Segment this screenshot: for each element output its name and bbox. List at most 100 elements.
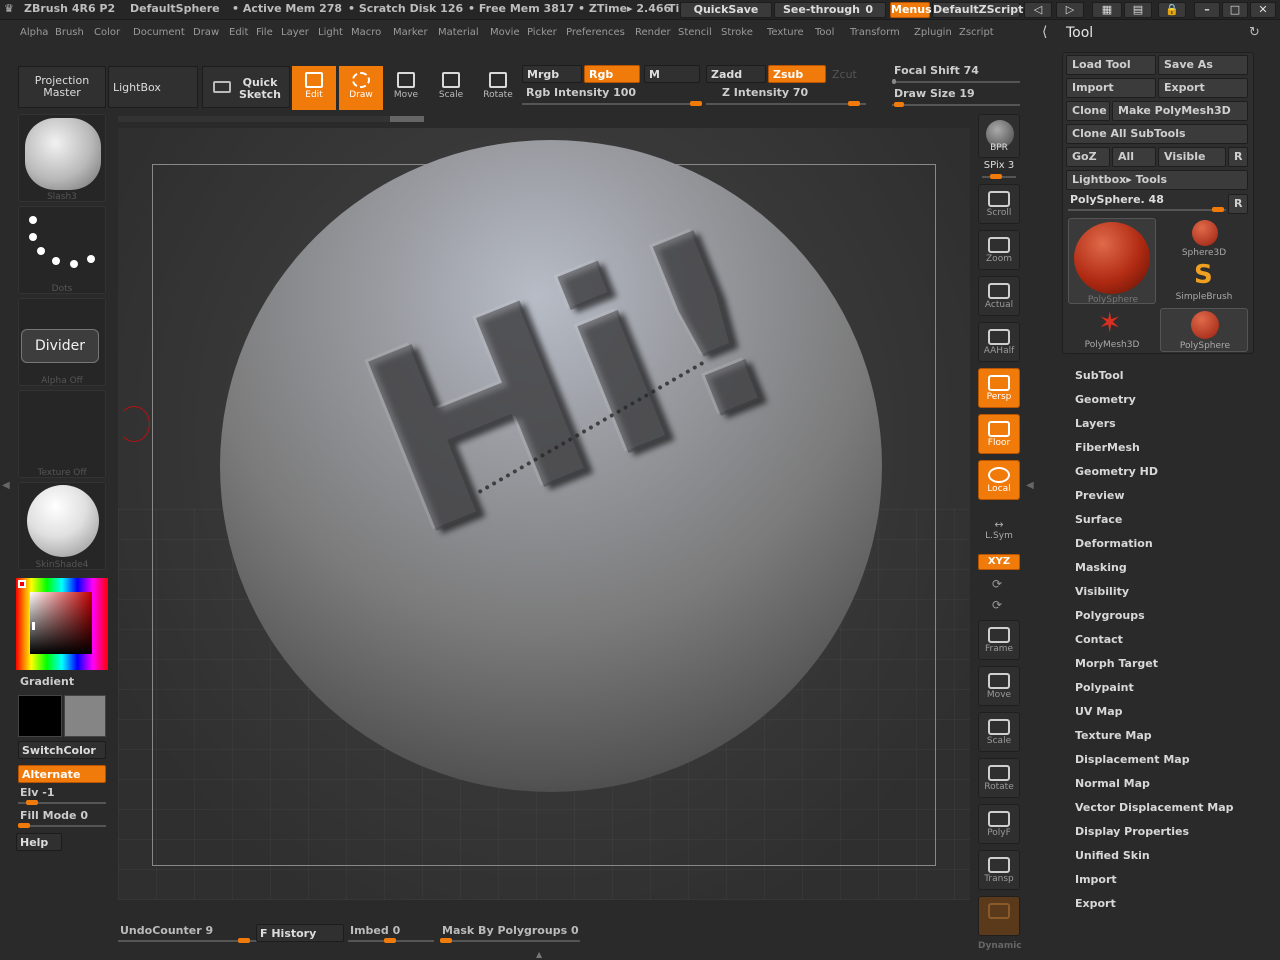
aahalf-button[interactable]: AAHalf	[978, 322, 1020, 362]
section-polygroups[interactable]: Polygroups	[1075, 609, 1145, 622]
tool-palette-grip-icon[interactable]: ⟨	[1042, 24, 1047, 40]
layout-prev-icon[interactable]: ◁	[1024, 2, 1052, 18]
rotate-button[interactable]: Rotate	[476, 66, 520, 110]
color-hue-marker[interactable]	[18, 580, 26, 588]
section-unified-skin[interactable]: Unified Skin	[1075, 849, 1150, 862]
imbed-knob[interactable]	[384, 938, 396, 943]
help-button[interactable]: Help	[16, 833, 62, 851]
quicksave-button[interactable]: QuickSave	[680, 2, 772, 18]
mask-by-polygroups-knob[interactable]	[440, 938, 452, 943]
save-as-button[interactable]: Save As	[1158, 55, 1248, 75]
section-import[interactable]: Import	[1075, 873, 1117, 886]
menu-light[interactable]: Light	[318, 27, 343, 38]
tool-thumb-polysphere-active[interactable]: PolySphere	[1068, 218, 1156, 305]
zcut-button[interactable]: Zcut	[832, 68, 857, 81]
section-export[interactable]: Export	[1075, 897, 1116, 910]
default-zscript-button[interactable]: DefaultZScript	[932, 2, 1023, 18]
section-masking[interactable]: Masking	[1075, 561, 1127, 574]
section-preview[interactable]: Preview	[1075, 489, 1125, 502]
section-visibility[interactable]: Visibility	[1075, 585, 1129, 598]
layout-grid-icon[interactable]: ▦	[1092, 2, 1122, 18]
section-texture-map[interactable]: Texture Map	[1075, 729, 1152, 742]
projection-master-button[interactable]: Projection Master	[18, 66, 106, 108]
move-button[interactable]: Move	[384, 66, 428, 110]
focal-shift-knob[interactable]	[892, 79, 896, 84]
rgb-intensity-slider[interactable]	[522, 101, 702, 106]
gradient-label[interactable]: Gradient	[20, 675, 74, 688]
menu-movie[interactable]: Movie	[490, 27, 520, 38]
current-tool-knob[interactable]	[1212, 207, 1224, 212]
menu-macro[interactable]: Macro	[351, 27, 381, 38]
rotate-y-icon[interactable]: ⟳	[992, 577, 1002, 591]
menu-edit[interactable]: Edit	[229, 27, 248, 38]
tool-palette-reset-icon[interactable]: ↻	[1249, 25, 1260, 40]
menu-texture[interactable]: Texture	[767, 27, 804, 38]
tool-thumb-simplebrush[interactable]: S SimpleBrush	[1160, 260, 1248, 304]
section-vector-displacement-map[interactable]: Vector Displacement Map	[1075, 801, 1234, 814]
actual-button[interactable]: Actual	[978, 276, 1020, 316]
edit-button[interactable]: Edit	[292, 66, 336, 110]
menu-stroke[interactable]: Stroke	[721, 27, 753, 38]
section-displacement-map[interactable]: Displacement Map	[1075, 753, 1190, 766]
tool-thumb-polymesh3d[interactable]: ✶ PolyMesh3D	[1068, 306, 1156, 352]
lsym-button[interactable]: ↔ L.Sym	[978, 518, 1020, 541]
menu-zscript[interactable]: Zscript	[959, 27, 994, 38]
left-tray-toggle-icon[interactable]: ◀	[2, 480, 10, 491]
tool-r-button[interactable]: R	[1228, 194, 1248, 214]
make-polymesh3d-button[interactable]: Make PolyMesh3D	[1112, 101, 1248, 121]
scroll-button[interactable]: Scroll	[978, 184, 1020, 224]
clone-all-subtools-button[interactable]: Clone All SubTools	[1066, 124, 1248, 144]
alternate-button[interactable]: Alternate	[18, 765, 106, 783]
close-icon[interactable]: ✕	[1250, 2, 1276, 18]
menu-render[interactable]: Render	[635, 27, 671, 38]
goz-r-button[interactable]: R	[1228, 147, 1248, 167]
section-morph-target[interactable]: Morph Target	[1075, 657, 1158, 670]
section-geometry[interactable]: Geometry	[1075, 393, 1136, 406]
floor-button[interactable]: Floor	[978, 414, 1020, 454]
see-through-slider[interactable]: See-through 0	[774, 2, 886, 18]
xyz-button[interactable]: XYZ	[978, 554, 1020, 570]
menu-stencil[interactable]: Stencil	[678, 27, 712, 38]
quick-sketch-button[interactable]: Quick Sketch	[202, 66, 290, 108]
menu-alpha[interactable]: Alpha	[20, 27, 48, 38]
rgb-intensity-knob[interactable]	[690, 101, 702, 106]
draw-button[interactable]: Draw	[339, 66, 383, 110]
section-deformation[interactable]: Deformation	[1075, 537, 1153, 550]
menu-zplugin[interactable]: Zplugin	[914, 27, 952, 38]
switch-color-button[interactable]: SwitchColor	[18, 741, 106, 759]
lightbox-button[interactable]: LightBox	[108, 66, 198, 108]
section-subtool[interactable]: SubTool	[1075, 369, 1124, 382]
scale-view-button[interactable]: Scale	[978, 712, 1020, 752]
f-history-button[interactable]: F History	[256, 924, 344, 942]
menu-tool[interactable]: Tool	[815, 27, 834, 38]
polyf-button[interactable]: PolyF	[978, 804, 1020, 844]
clone-button[interactable]: Clone	[1066, 101, 1110, 121]
rgb-button[interactable]: Rgb	[584, 65, 640, 83]
lightbox-tools-button[interactable]: Lightbox▸ Tools	[1066, 170, 1248, 190]
canvas-viewport[interactable]: Hi!	[118, 128, 970, 900]
section-normal-map[interactable]: Normal Map	[1075, 777, 1150, 790]
scale-button[interactable]: Scale	[429, 66, 473, 110]
color-sat-marker[interactable]	[32, 622, 35, 630]
spix-slider[interactable]	[982, 174, 1016, 179]
color-square[interactable]	[30, 592, 92, 654]
undo-counter-knob[interactable]	[238, 938, 250, 943]
draw-size-slider[interactable]	[892, 102, 1020, 107]
tool-thumb-sphere3d[interactable]: Sphere3D	[1160, 218, 1248, 260]
menu-preferences[interactable]: Preferences	[566, 27, 625, 38]
goz-visible-button[interactable]: Visible	[1158, 147, 1226, 167]
section-display-properties[interactable]: Display Properties	[1075, 825, 1189, 838]
menu-brush[interactable]: Brush	[55, 27, 84, 38]
local-button[interactable]: Local	[978, 460, 1020, 500]
goz-all-button[interactable]: All	[1112, 147, 1156, 167]
shelf-scrollbar[interactable]	[118, 116, 424, 122]
menu-document[interactable]: Document	[133, 27, 185, 38]
menu-color[interactable]: Color	[94, 27, 120, 38]
tool-thumb-polysphere[interactable]: PolySphere	[1160, 308, 1248, 352]
bpr-button[interactable]: BPR	[978, 114, 1020, 158]
stroke-slot[interactable]: Dots	[18, 206, 106, 294]
section-contact[interactable]: Contact	[1075, 633, 1123, 646]
maximize-icon[interactable]: □	[1222, 2, 1248, 18]
zadd-button[interactable]: Zadd	[706, 65, 766, 83]
elv-slider[interactable]	[18, 800, 106, 805]
